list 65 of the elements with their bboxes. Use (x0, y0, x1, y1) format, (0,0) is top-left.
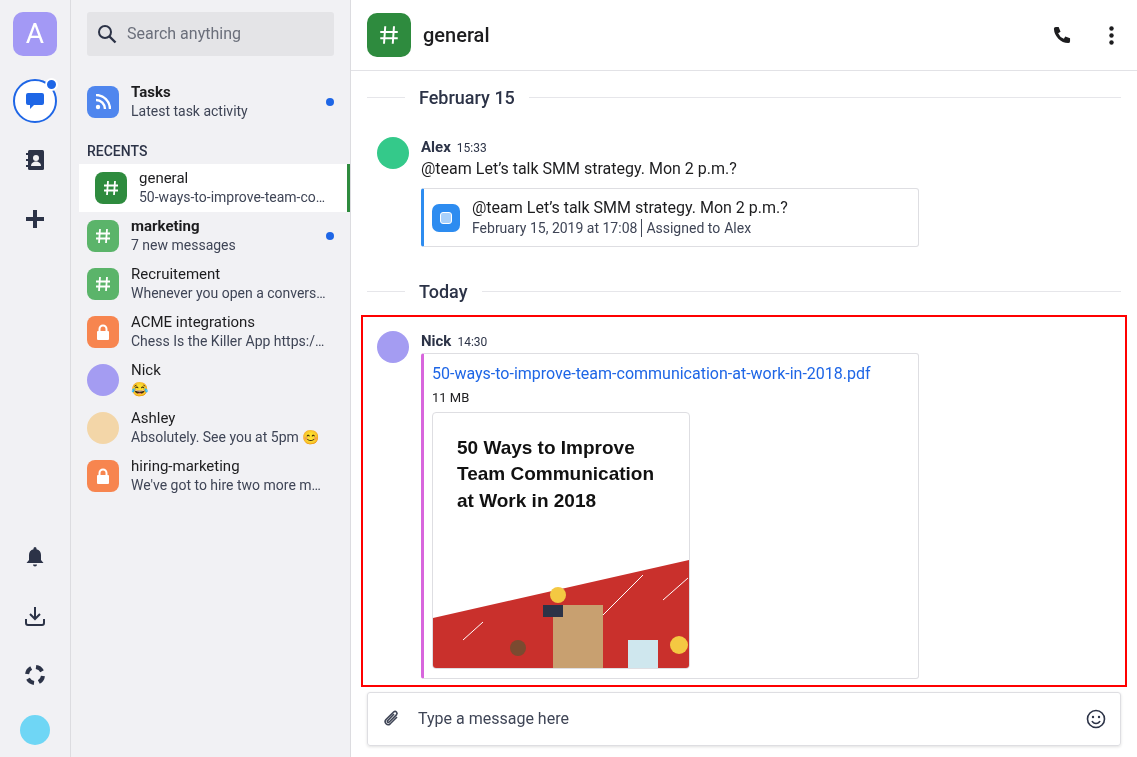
conversation-name: marketing (131, 217, 201, 236)
conversation-item[interactable]: marketing 7 new messages (71, 212, 350, 260)
message-text: @team Let’s talk SMM strategy. Mon 2 p.m.? (421, 158, 738, 180)
message-input[interactable]: Type a message here (418, 707, 1070, 731)
message-author: Nick (421, 331, 452, 352)
plus-icon (26, 210, 44, 228)
hash-icon (95, 172, 127, 204)
preview-title: 50 Ways to Improve Team Communication at Work in 2018 (456, 435, 656, 513)
conversation-preview: 50-ways-to-improve-team-co… (139, 188, 327, 207)
hash-icon (87, 220, 119, 252)
file-size: 11 MB (432, 389, 470, 407)
hash-icon (87, 268, 119, 300)
conversation-name: ACME integrations (131, 313, 257, 332)
lock-icon (87, 316, 119, 348)
conversation-preview: We've got to hire two more m… (131, 476, 322, 495)
task-assignee: Alex (724, 218, 752, 238)
date-separator: Today (419, 279, 468, 304)
message-time: 14:30 (457, 334, 488, 351)
conversation-preview: Absolutely. See you at 5pm 😊 (131, 428, 321, 447)
conversation-item[interactable]: Recruitement Whenever you open a convers… (71, 260, 350, 308)
feed-icon (87, 86, 119, 118)
search-field[interactable]: Search anything (87, 12, 334, 56)
conversation-item[interactable]: Tasks Latest task activity (71, 78, 350, 126)
chat-icon (25, 92, 45, 110)
conversation-preview: Latest task activity (131, 102, 249, 121)
download-icon (25, 606, 45, 626)
conversation-preview: Whenever you open a convers… (131, 284, 327, 303)
conversation-name: Ashley (131, 409, 177, 428)
conversation-preview: Chess Is the Killer App https:/… (131, 332, 326, 351)
task-icon (432, 203, 460, 232)
conversation-item[interactable]: Ashley Absolutely. See you at 5pm 😊 (71, 404, 350, 452)
task-card[interactable]: @team Let’s talk SMM strategy. Mon 2 p.m.? February 15, 2019 at 17:08 Assigned to Alex (421, 188, 919, 247)
more-icon (1108, 25, 1114, 45)
bell-icon (26, 547, 44, 567)
conversation-preview: 😂 (131, 380, 149, 399)
section-heading: RECENTS (86, 142, 149, 161)
rail-chat-button[interactable] (13, 79, 57, 123)
conversation-name: general (139, 169, 190, 188)
conversation-name: Recruitement (131, 265, 222, 284)
date-separator: February 15 (419, 85, 515, 110)
message-field[interactable]: Type a message here (367, 692, 1121, 746)
conversation-preview: 7 new messages (131, 236, 237, 255)
assigned-label: Assigned to (646, 218, 721, 238)
conversation-item[interactable]: ACME integrations Chess Is the Killer App https:/… (71, 308, 350, 356)
document-preview[interactable]: 50 Ways to Improve Team Communication at Work in 2018 (432, 411, 690, 669)
task-title: @team Let’s talk SMM strategy. Mon 2 p.m.? (472, 196, 788, 218)
conversation-name: hiring-marketing (131, 457, 241, 476)
message-author: Alex (421, 137, 451, 158)
task-date: February 15, 2019 at 17:08 (472, 218, 638, 238)
conversation-name: Nick (131, 361, 162, 380)
file-link[interactable]: 50-ways-to-improve-team-communication-at-work-in-2018.pdf (432, 362, 871, 386)
search-input[interactable]: Search anything (127, 22, 324, 46)
contacts-book-icon (26, 150, 44, 170)
hash-icon (367, 13, 411, 57)
conversation-item[interactable]: hiring-marketing We've got to hire two more m… (71, 452, 350, 500)
lock-icon (87, 460, 119, 492)
channel-title: general (423, 22, 490, 49)
lifebuoy-icon (25, 665, 45, 685)
message-time: 15:33 (456, 140, 487, 157)
conversation-name: Tasks (131, 83, 172, 102)
smiley-icon[interactable] (1086, 709, 1106, 729)
search-icon (97, 24, 117, 44)
conversation-item[interactable]: general 50-ways-to-improve-team-co… (79, 164, 350, 212)
conversation-item[interactable]: Nick 😂 (71, 356, 350, 404)
phone-icon (1051, 25, 1071, 45)
